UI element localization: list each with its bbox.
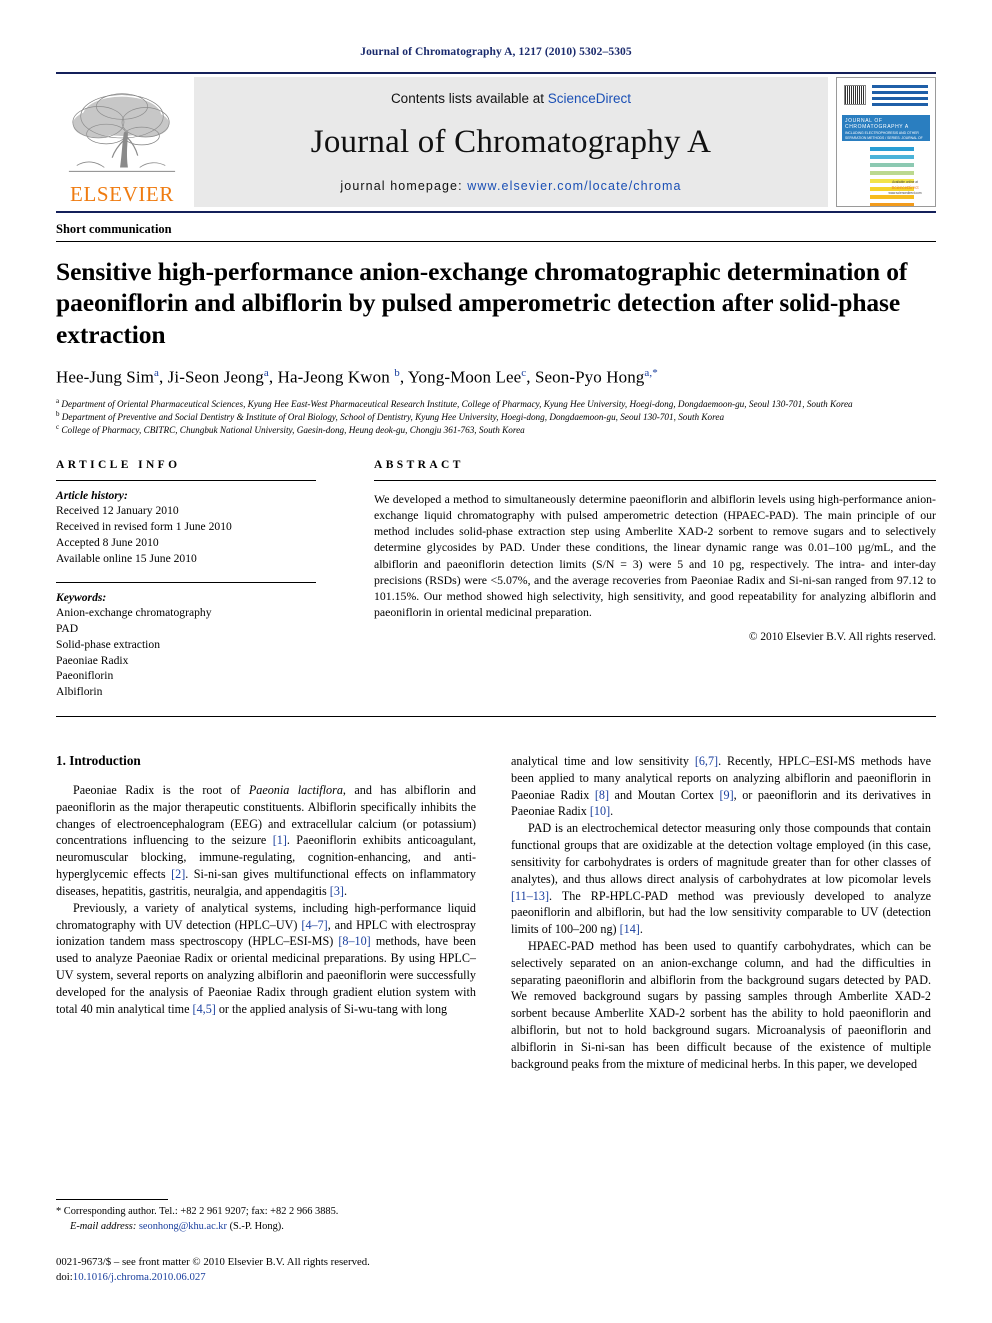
journal-masthead: ELSEVIER Contents lists available at Sci… — [56, 77, 936, 207]
article-history: Article history: Received 12 January 201… — [56, 488, 316, 567]
keywords-label: Keywords: — [56, 590, 107, 604]
cover-foot-brand: ScienceDirect — [891, 185, 919, 190]
cover-foot-top: Available online at — [892, 180, 918, 184]
affiliation-a: a Department of Oriental Pharmaceutical … — [56, 397, 936, 410]
section-heading-introduction: 1. Introduction — [56, 752, 141, 768]
history-item: Accepted 8 June 2010 — [56, 536, 159, 549]
paragraph: Previously, a variety of analytical syst… — [56, 900, 476, 1016]
elsevier-logo: ELSEVIER — [56, 77, 188, 207]
keyword-item: Anion-exchange chromatography — [56, 606, 212, 620]
masthead-top-rule — [56, 72, 936, 74]
author-list: Hee-Jung Sima, Ji-Seon Jeonga, Ha-Jeong … — [56, 367, 658, 387]
journal-homepage-link[interactable]: www.elsevier.com/locate/chroma — [467, 179, 681, 193]
keyword-item: Paeoniflorin — [56, 669, 114, 683]
cover-band-title: JOURNAL OF CHROMATOGRAPHY A — [845, 118, 909, 130]
info-abstract-block: ARTICLE INFO Article history: Received 1… — [56, 459, 936, 700]
abstract-text: We developed a method to simultaneously … — [374, 491, 936, 620]
running-head: Journal of Chromatography A, 1217 (2010)… — [360, 46, 632, 58]
article-info-heading: ARTICLE INFO — [56, 458, 181, 471]
body-right-column: analytical time and low sensitivity [6,7… — [511, 753, 931, 1073]
affiliation-c-text: College of Pharmacy, CBITRC, Chungbuk Na… — [61, 425, 525, 436]
cover-footer: Available online at ScienceDirect www.sc… — [882, 180, 928, 195]
affiliation-c: c College of Pharmacy, CBITRC, Chungbuk … — [56, 423, 936, 436]
affiliation-b: b Department of Preventive and Social De… — [56, 410, 936, 423]
cover-top-bars — [872, 85, 928, 109]
footnote-area: * Corresponding author. Tel.: +82 2 961 … — [56, 1199, 476, 1285]
page-title: Sensitive high-performance anion-exchang… — [56, 257, 908, 349]
abstract-column: ABSTRACT We developed a method to simult… — [374, 459, 936, 700]
affiliation-marker-c: c — [56, 423, 60, 432]
article-info-column: ARTICLE INFO Article history: Received 1… — [56, 459, 316, 700]
keywords-block: Keywords: Anion-exchange chromatography … — [56, 581, 316, 700]
contents-available-line: Contents lists available at ScienceDirec… — [391, 91, 631, 106]
affiliation-marker-a: a — [56, 396, 60, 405]
masthead-center: Contents lists available at ScienceDirec… — [194, 77, 828, 207]
paragraph: analytical time and low sensitivity [6,7… — [511, 753, 931, 819]
article-history-label: Article history: — [56, 488, 128, 502]
homepage-prefix: journal homepage: — [340, 178, 468, 193]
keywords-rule — [56, 581, 316, 583]
imprint-block: 0021-9673/$ – see front matter © 2010 El… — [56, 1255, 476, 1285]
affiliation-b-text: Department of Preventive and Social Dent… — [61, 412, 725, 423]
article-kind: Short communication — [56, 222, 172, 236]
doi-link[interactable]: 10.1016/j.chroma.2010.06.027 — [73, 1271, 206, 1283]
affiliation-marker-b: b — [56, 410, 60, 419]
history-item: Received 12 January 2010 — [56, 504, 179, 518]
journal-cover-thumbnail: JOURNAL OF CHROMATOGRAPHY A INCLUDING EL… — [836, 77, 936, 207]
affiliation-list: a Department of Oriental Pharmaceutical … — [56, 397, 936, 437]
history-item: Available online 15 June 2010 — [56, 551, 197, 565]
history-item: Received in revised form 1 June 2010 — [56, 520, 232, 534]
cover-title-band: JOURNAL OF CHROMATOGRAPHY A INCLUDING EL… — [842, 115, 930, 150]
email-suffix: (S.-P. Hong). — [229, 1221, 284, 1233]
email-line: E-mail address: seonhong@khu.ac.kr (S.-P… — [56, 1220, 476, 1235]
journal-article-page: Journal of Chromatography A, 1217 (2010)… — [0, 0, 992, 1323]
contents-prefix: Contents lists available at — [390, 91, 548, 106]
elsevier-wordmark: ELSEVIER — [70, 182, 174, 206]
paragraph: PAD is an electrochemical detector measu… — [511, 821, 931, 937]
email-label: E-mail address: — [70, 1221, 137, 1233]
body-left-column: 1. Introduction Paeoniae Radix is the ro… — [56, 753, 476, 1073]
footnote-rule — [56, 1199, 168, 1201]
paragraph: HPAEC-PAD method has been used to quanti… — [511, 939, 931, 1071]
keyword-item: Paeoniae Radix — [56, 653, 129, 667]
corresponding-author-line: * Corresponding author. Tel.: +82 2 961 … — [56, 1206, 339, 1218]
doi-label: doi: — [56, 1270, 73, 1283]
abstract-bottom-rule — [56, 715, 936, 717]
sciencedirect-link[interactable]: ScienceDirect — [548, 91, 631, 106]
email-link[interactable]: seonhong@khu.ac.kr — [139, 1221, 227, 1232]
affiliation-a-text: Department of Oriental Pharmaceutical Sc… — [61, 398, 853, 409]
elsevier-tree-icon — [68, 93, 176, 172]
corresponding-author-note: * Corresponding author. Tel.: +82 2 961 … — [56, 1205, 476, 1235]
issn-line: 0021-9673/$ – see front matter © 2010 El… — [56, 1255, 370, 1268]
journal-homepage-line: journal homepage: www.elsevier.com/locat… — [340, 179, 681, 193]
keyword-item: PAD — [56, 622, 79, 636]
abstract-rule — [374, 479, 936, 481]
cover-color-stripes — [870, 147, 914, 206]
article-kind-rule — [56, 241, 936, 242]
keyword-item: Albiflorin — [56, 685, 103, 699]
journal-title: Journal of Chromatography A — [310, 124, 712, 161]
cover-barcode-icon — [844, 85, 866, 105]
article-info-rule — [56, 479, 316, 481]
keyword-item: Solid-phase extraction — [56, 637, 160, 651]
paragraph: Paeoniae Radix is the root of Paeonia la… — [56, 782, 476, 898]
body-two-column: 1. Introduction Paeoniae Radix is the ro… — [56, 753, 936, 1073]
masthead-bottom-rule — [56, 211, 936, 213]
cover-foot-url: www.sciencedirect.com — [888, 191, 922, 195]
doi-line: doi:10.1016/j.chroma.2010.06.027 — [56, 1270, 476, 1285]
abstract-heading: ABSTRACT — [374, 458, 464, 471]
abstract-copyright: © 2010 Elsevier B.V. All rights reserved… — [748, 631, 936, 644]
